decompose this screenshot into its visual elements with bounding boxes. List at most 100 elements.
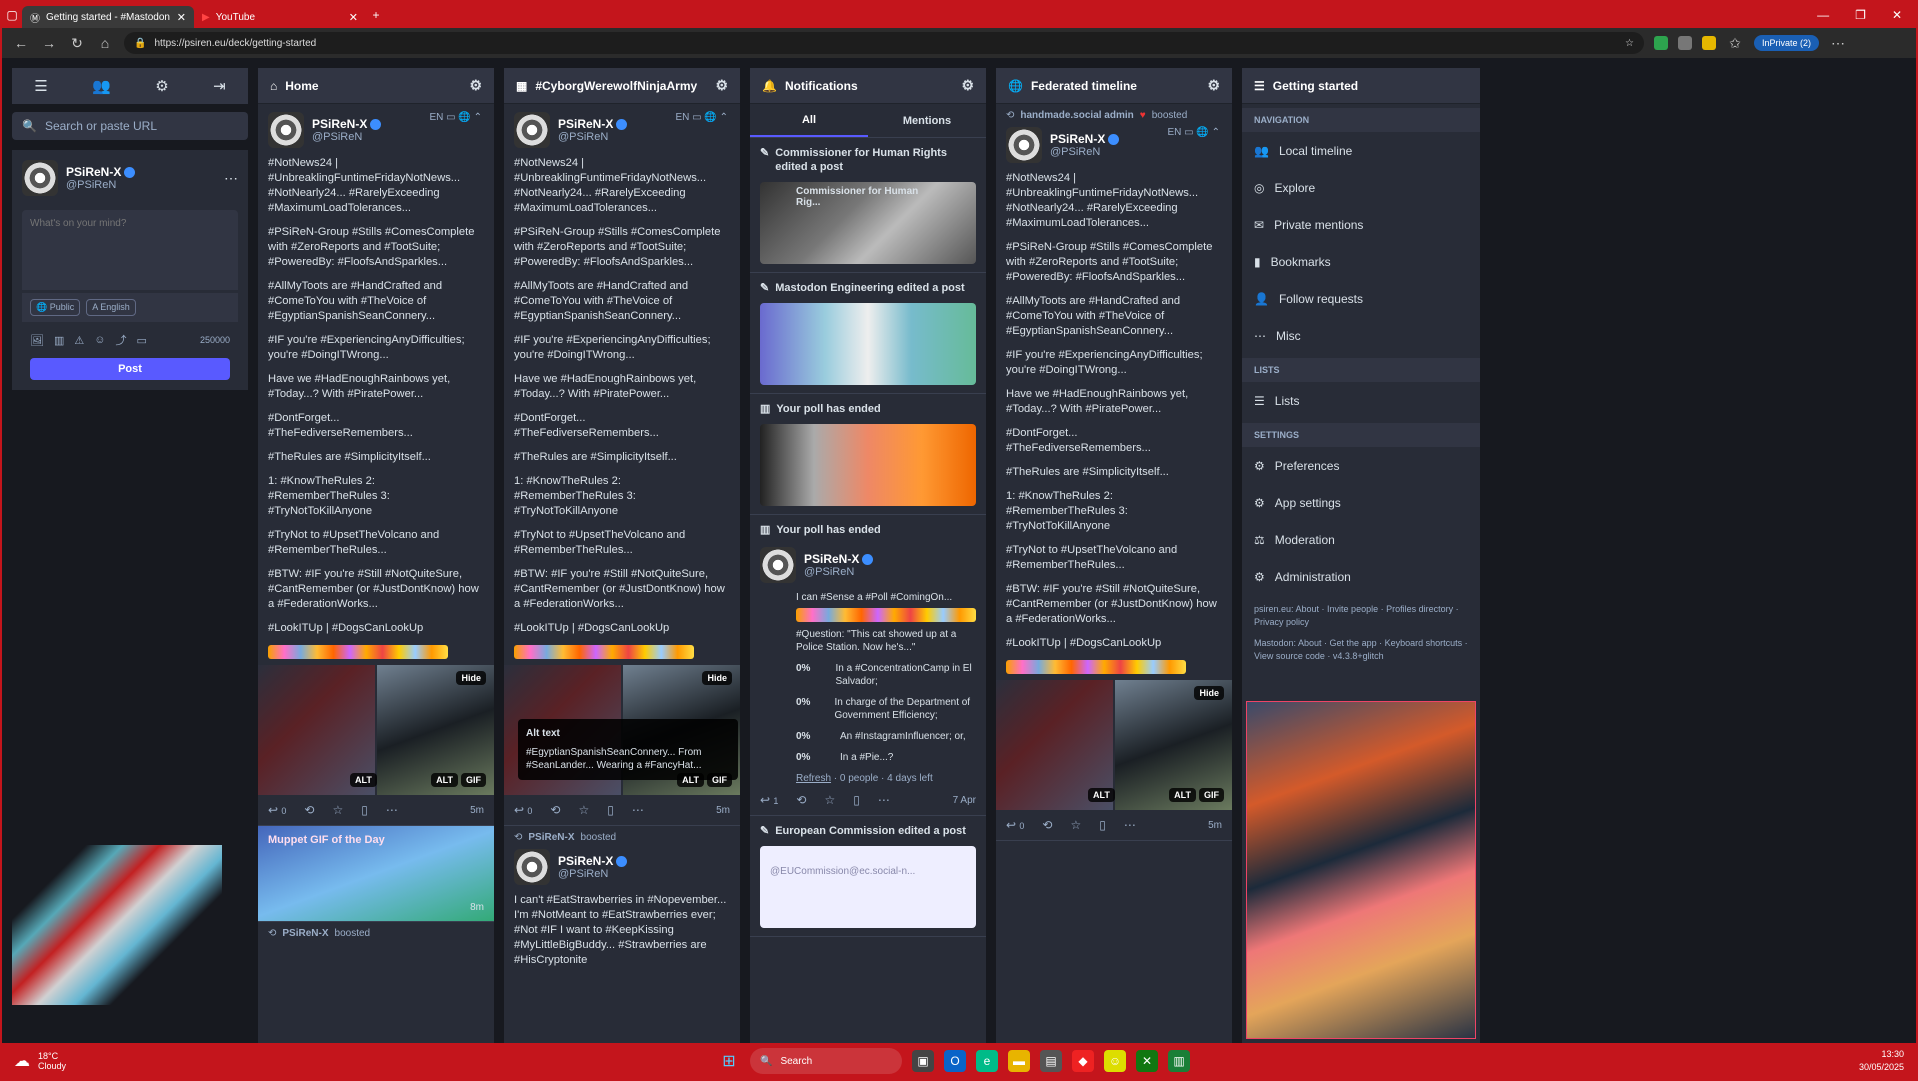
sidebar-toggle-icon[interactable]: ▢	[2, 5, 22, 25]
more-menu-icon[interactable]: ⋯	[1829, 35, 1847, 52]
app-icon[interactable]: ▥	[1168, 1050, 1190, 1072]
back-icon[interactable]: ←	[12, 35, 30, 51]
booster-name[interactable]: PSiReN-X	[282, 928, 328, 939]
profile-name[interactable]: PSiReN-X	[66, 165, 121, 179]
extension-icon[interactable]	[1654, 36, 1668, 50]
file-explorer-icon[interactable]: ▬	[1008, 1050, 1030, 1072]
tab-all[interactable]: All	[750, 104, 868, 137]
nav-bookmarks[interactable]: ▮ Bookmarks	[1242, 243, 1480, 280]
tab-mentions[interactable]: Mentions	[868, 104, 986, 137]
close-tab-icon[interactable]: ✕	[177, 11, 186, 24]
app-icon[interactable]: ☺	[1104, 1050, 1126, 1072]
nav-administration[interactable]: ⚙ Administration	[1242, 558, 1480, 595]
close-tab-icon[interactable]: ✕	[349, 11, 358, 24]
taskbar-search[interactable]: 🔍 Search	[750, 1048, 902, 1074]
boost-icon[interactable]: ⟲	[796, 793, 806, 807]
reply-icon[interactable]: ↩ 0	[1006, 818, 1024, 832]
status[interactable]: PSiReN-X @PSiReN EN ▭ 🌐 ⌃ #NotNews24 | #…	[504, 104, 740, 826]
post-button[interactable]: Post	[30, 358, 230, 380]
nav-follow-requests[interactable]: 👤 Follow requests	[1242, 280, 1480, 317]
avatar[interactable]	[268, 112, 304, 148]
reply-all-icon[interactable]: ↩ 1	[760, 793, 778, 807]
avatar[interactable]	[22, 160, 58, 196]
gear-icon[interactable]: ⚙	[1207, 77, 1220, 94]
visibility-button[interactable]: 🌐 Public	[30, 299, 81, 316]
extension-icon[interactable]	[1678, 36, 1692, 50]
timestamp[interactable]: 5m	[1208, 820, 1222, 831]
notification-item[interactable]: ✎ Commissioner for Human Rights edited a …	[750, 138, 986, 273]
column-header[interactable]: 🌐 Federated timeline ⚙	[996, 68, 1232, 104]
clock[interactable]: 13:30 30/05/2025	[1859, 1048, 1904, 1074]
status[interactable]: PSiReN-X @PSiReN EN ▭ 🌐 ⌃ #NotNews24 | #…	[258, 104, 494, 826]
preferences-icon[interactable]: ⚙	[155, 77, 168, 95]
notification-item[interactable]: ✎ European Commission edited a post @EUCo…	[750, 816, 986, 937]
status-preview[interactable]	[760, 303, 976, 385]
logout-icon[interactable]: ⇥	[213, 77, 226, 95]
boost-icon[interactable]: ⟲	[304, 803, 314, 817]
compose-textarea[interactable]	[22, 210, 238, 290]
notification-item[interactable]: ▥ Your poll has ended	[750, 394, 986, 515]
edge-icon[interactable]: e	[976, 1050, 998, 1072]
display-name[interactable]: PSiReN-X	[558, 854, 613, 868]
alt-badge[interactable]: ALT	[1088, 788, 1115, 802]
notification-item[interactable]: ✎ Mastodon Engineering edited a post	[750, 273, 986, 394]
hide-button[interactable]: Hide	[456, 671, 486, 685]
menu-icon[interactable]: ☰	[34, 77, 47, 95]
nav-misc[interactable]: ⋯ Misc	[1242, 317, 1480, 354]
gear-icon[interactable]: ⚙	[961, 77, 974, 94]
emoji-icon[interactable]: ☺	[94, 334, 105, 346]
inprivate-badge[interactable]: InPrivate (2)	[1754, 35, 1820, 51]
nav-explore[interactable]: ◎ Explore	[1242, 169, 1480, 206]
status[interactable]: Muppet GIF of the Day 8m	[258, 826, 494, 922]
minimize-icon[interactable]: —	[1817, 8, 1829, 22]
avatar[interactable]	[1006, 127, 1042, 163]
bookmark-icon[interactable]: ▯	[361, 803, 368, 817]
nav-moderation[interactable]: ⚖ Moderation	[1242, 521, 1480, 558]
booster-name[interactable]: PSiReN-X	[528, 832, 574, 843]
alt-badge[interactable]: ALT	[431, 773, 458, 787]
app-icon[interactable]: ◆	[1072, 1050, 1094, 1072]
column-header[interactable]: ▦ #CyborgWerewolfNinjaArmy ⚙	[504, 68, 740, 104]
more-icon[interactable]: ⋯	[1124, 818, 1136, 832]
bookmark-icon[interactable]: ▯	[1099, 818, 1106, 832]
favourite-star-icon[interactable]: ☆	[578, 803, 589, 817]
timestamp[interactable]: 5m	[716, 805, 730, 816]
status-preview[interactable]	[760, 424, 976, 506]
more-icon[interactable]: ⋯	[878, 793, 890, 807]
booster-name[interactable]: handmade.social admin	[1020, 110, 1133, 121]
nav-local-timeline[interactable]: 👥 Local timeline	[1242, 132, 1480, 169]
task-view-icon[interactable]: ▣	[912, 1050, 934, 1072]
boost-icon[interactable]: ⟲	[1042, 818, 1052, 832]
avatar[interactable]	[514, 112, 550, 148]
nav-private-mentions[interactable]: ✉ Private mentions	[1242, 206, 1480, 243]
status-preview[interactable]: Commissioner for Human Rig...	[760, 182, 976, 264]
media-gallery[interactable]: Hide ALT ALT GIF	[258, 665, 494, 795]
status[interactable]: PSiReN-X @PSiReN EN ▭ 🌐 ⌃ #NotNews24 | #…	[996, 127, 1232, 841]
tab-youtube[interactable]: ▶ YouTube ✕	[194, 6, 366, 28]
outlook-icon[interactable]: O	[944, 1050, 966, 1072]
home-icon[interactable]: ⌂	[96, 35, 114, 51]
mastodon-footer[interactable]: Mastodon: About · Get the app · Keyboard…	[1242, 637, 1480, 671]
poll-refresh-link[interactable]: Refresh	[796, 773, 831, 784]
media-gallery[interactable]: Hide Alt text #EgyptianSpanishSeanConner…	[504, 665, 740, 795]
share-icon[interactable]: ⤴	[115, 332, 126, 348]
alt-badge[interactable]: ALT	[350, 773, 377, 787]
search-input[interactable]: 🔍 Search or paste URL	[12, 112, 248, 140]
column-header[interactable]: ⌂ Home ⚙	[258, 68, 494, 104]
hide-button[interactable]: Hide	[1194, 686, 1224, 700]
language-button[interactable]: A English	[86, 299, 136, 316]
refresh-icon[interactable]: ↻	[68, 35, 86, 52]
content-warning-icon[interactable]: ⚠	[74, 334, 84, 347]
favourite-star-icon[interactable]: ☆	[332, 803, 343, 817]
favourite-star-icon[interactable]: ☆	[1070, 818, 1081, 832]
column-header[interactable]: 🔔 Notifications ⚙	[750, 68, 986, 104]
favorite-star-icon[interactable]: ☆	[1625, 38, 1634, 49]
timestamp[interactable]: 5m	[470, 805, 484, 816]
forward-icon[interactable]: →	[40, 35, 58, 51]
tab-mastodon[interactable]: Ⓜ Getting started - #Mastodon ✕	[22, 6, 194, 28]
boost-icon[interactable]: ⟲	[550, 803, 560, 817]
close-window-icon[interactable]: ✕	[1892, 8, 1902, 22]
more-icon[interactable]: ⋯	[632, 803, 644, 817]
nav-lists[interactable]: ☰ Lists	[1242, 382, 1480, 419]
more-icon[interactable]: ⋯	[224, 170, 238, 187]
